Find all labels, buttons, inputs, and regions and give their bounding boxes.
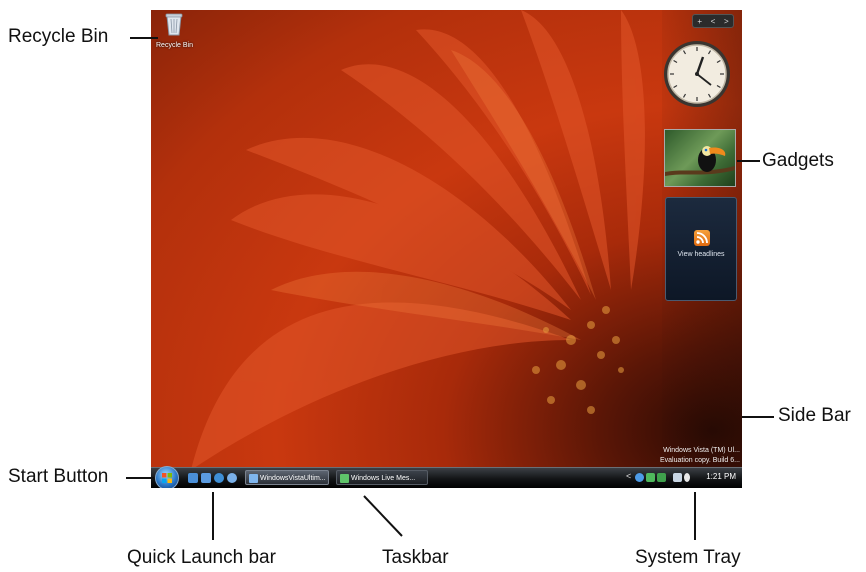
callout-side-bar: Side Bar [778,405,851,426]
toucan-photo [665,146,735,176]
connection-icon[interactable] [673,473,682,482]
callout-line-system-tray [694,492,696,540]
callout-recycle-bin: Recycle Bin [8,26,109,47]
show-hidden-icons-button[interactable]: < [626,471,631,481]
media-player-icon[interactable] [227,473,237,483]
view-headlines-link[interactable]: View headlines [666,251,736,258]
recycle-bin-label: Recycle Bin [156,42,193,49]
callout-gadgets: Gadgets [762,150,834,171]
internet-explorer-icon[interactable] [214,473,224,483]
sidebar-controls: + < > [692,14,734,28]
taskbar: WindowsVistaUltim... Windows Live Mes...… [151,466,742,488]
taskbar-button-label: WindowsVistaUltim... [260,475,326,482]
windows-logo-icon [162,473,172,483]
network-icon[interactable] [635,473,644,482]
feed-headlines-gadget[interactable]: View headlines [665,197,737,301]
start-button[interactable] [155,466,179,488]
next-gadgets-button[interactable]: > [724,17,729,26]
callout-taskbar: Taskbar [382,547,449,568]
window-icon [249,474,258,483]
watermark-line-2: Evaluation copy. Build 6... [659,457,740,464]
recycle-bin-icon [165,13,183,36]
rss-icon [694,230,710,246]
security-icon[interactable] [657,473,666,482]
taskbar-button-messenger[interactable]: Windows Live Mes... [336,470,428,485]
volume-icon[interactable] [684,473,690,482]
callout-line-start-button [126,477,154,479]
watermark-line-1: Windows Vista (TM) Ul... [663,447,740,454]
switch-windows-icon[interactable] [201,473,211,483]
callout-line-recycle-bin [130,37,158,39]
callout-system-tray: System Tray [635,547,741,568]
recycle-bin-desktop-icon[interactable]: Recycle Bin [156,12,193,49]
callout-line-side-bar [742,416,774,418]
callout-start-button: Start Button [8,466,109,487]
add-gadget-button[interactable]: + [697,17,702,26]
callout-line-quick-launch [212,492,214,540]
slideshow-gadget[interactable] [664,129,736,187]
clock-time[interactable]: 1:21 PM [706,472,736,481]
taskbar-button-label: Windows Live Mes... [351,475,416,482]
wallpaper-flower [191,10,645,470]
callout-quick-launch: Quick Launch bar [127,547,276,568]
messenger-icon [340,474,349,483]
evaluation-watermark: Windows Vista (TM) Ul... Evaluation copy… [660,446,740,466]
callout-line-gadgets [737,160,760,162]
messenger-tray-icon[interactable] [646,473,655,482]
taskbar-button-vista[interactable]: WindowsVistaUltim... [245,470,329,485]
desktop-screenshot: Recycle Bin + < > View headlines Windows… [151,10,742,488]
previous-gadgets-button[interactable]: < [711,17,716,26]
clock-gadget[interactable] [663,40,731,108]
show-desktop-icon[interactable] [188,473,198,483]
callout-line-taskbar [363,495,403,537]
